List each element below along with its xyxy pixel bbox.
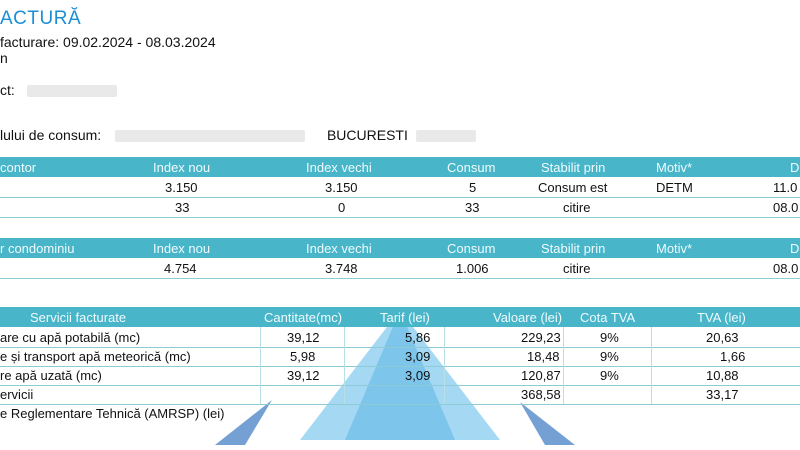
col-condo-meter: r condominiu [0,241,75,256]
contract-label: ct: [0,82,15,98]
header-line-2: n [0,50,8,66]
col-date: D [790,241,800,256]
cell-index-new: 4.754 [164,261,197,276]
grid-line [563,327,564,404]
cell-vat: 10,88 [706,368,739,383]
cell-vat-rate: 9% [600,368,619,383]
cell-index-old: 3.748 [325,261,358,276]
table-row: re apă uzată (mc) 39,12 3,09 120,87 9% 1… [0,365,800,386]
contract-line: ct: [0,82,117,98]
col-date: D [790,160,800,175]
col-index-new: Index nou [153,241,211,256]
consumption-place-label: lului de consum: [0,127,102,143]
cell-vat-rate: 9% [600,349,619,364]
redacted-address [115,130,306,143]
col-established-by: Stabilit prin [541,160,606,175]
redacted-postcode [415,130,476,143]
table-row: are cu apă potabilă (mc) 39,12 5,86 229,… [0,327,800,348]
col-services: Servicii facturate [30,310,127,325]
table-row: e și transport apă meteorică (mc) 5,98 3… [0,346,800,367]
cell-consumption: 5 [469,180,477,195]
cell-tariff: 5,86 [405,330,431,345]
cell-service: e și transport apă meteorică (mc) [0,349,191,364]
total-row: ervicii 368,58 33,17 [0,384,800,405]
cell-index-new: 33 [175,200,190,215]
cell-established-by: citire [563,200,591,215]
cell-reason: DETM [656,180,693,195]
table-row: 4.754 3.748 1.006 citire 08.0 [0,258,800,279]
cell-total-value: 368,58 [521,387,561,402]
cell-index-new: 3.150 [165,180,198,195]
cell-quantity: 39,12 [287,330,320,345]
col-vat-rate: Cota TVA [580,310,636,325]
col-reason: Motiv* [656,241,693,256]
col-reason: Motiv* [656,160,693,175]
cell-index-old: 0 [338,200,346,215]
cell-established-by: citire [563,261,591,276]
cell-tariff: 3,09 [405,368,431,383]
regulation-footer: e Reglementare Tehnică (AMRSP) (lei) [0,406,225,421]
cell-date: 08.0 [773,261,799,276]
col-meter: contor [0,160,37,175]
meters-table-header: contor Index nou Index vechi Consum Stab… [0,157,800,177]
cell-total-label: ervicii [0,387,34,402]
cell-total-vat: 33,17 [706,387,739,402]
cell-vat: 1,66 [720,349,746,364]
grid-line [444,327,445,404]
table-row: 3.150 3.150 5 Consum est DETM 11.0 [0,177,800,198]
cell-consumption: 33 [465,200,480,215]
col-established-by: Stabilit prin [541,241,606,256]
services-table-header: Servicii facturate Cantitate(mc) Tarif (… [0,307,800,327]
cell-consumption: 1.006 [456,261,489,276]
grid-line [344,327,345,404]
cell-service: re apă uzată (mc) [0,368,102,383]
city-name: BUCURESTI [326,127,408,143]
cell-tariff: 3,09 [405,349,431,364]
grid-line [260,327,261,404]
col-value: Valoare (lei) [493,310,563,325]
col-index-old: Index vechi [306,160,372,175]
cell-quantity: 39,12 [287,368,320,383]
invoice-title: ACTURĂ [0,8,82,29]
redacted-contract [26,85,117,98]
col-consumption: Consum [447,241,496,256]
col-index-new: Index nou [153,160,211,175]
billing-period: facturare: 09.02.2024 - 08.03.2024 [0,34,216,50]
col-index-old: Index vechi [306,241,372,256]
cell-date: 11.0 [773,180,798,195]
cell-value: 229,23 [521,330,561,345]
consumption-place-line: lului de consum: BUCURESTI [0,127,476,143]
col-consumption: Consum [447,160,496,175]
cell-service: are cu apă potabilă (mc) [0,330,141,345]
col-quantity: Cantitate(mc) [264,310,343,325]
cell-value: 120,87 [521,368,561,383]
cell-value: 18,48 [527,349,560,364]
table-row: 33 0 33 citire 08.0 [0,197,800,218]
cell-established-by: Consum est [538,180,608,195]
watermark-triangle-right [520,402,575,445]
cell-index-old: 3.150 [325,180,358,195]
cell-vat-rate: 9% [600,330,619,345]
cell-vat: 20,63 [706,330,739,345]
cell-date: 08.0 [773,200,799,215]
col-tariff: Tarif (lei) [380,310,430,325]
col-vat: TVA (lei) [697,310,746,325]
grid-line [651,327,652,404]
cell-quantity: 5,98 [290,349,316,364]
condo-meters-table-header: r condominiu Index nou Index vechi Consu… [0,238,800,258]
